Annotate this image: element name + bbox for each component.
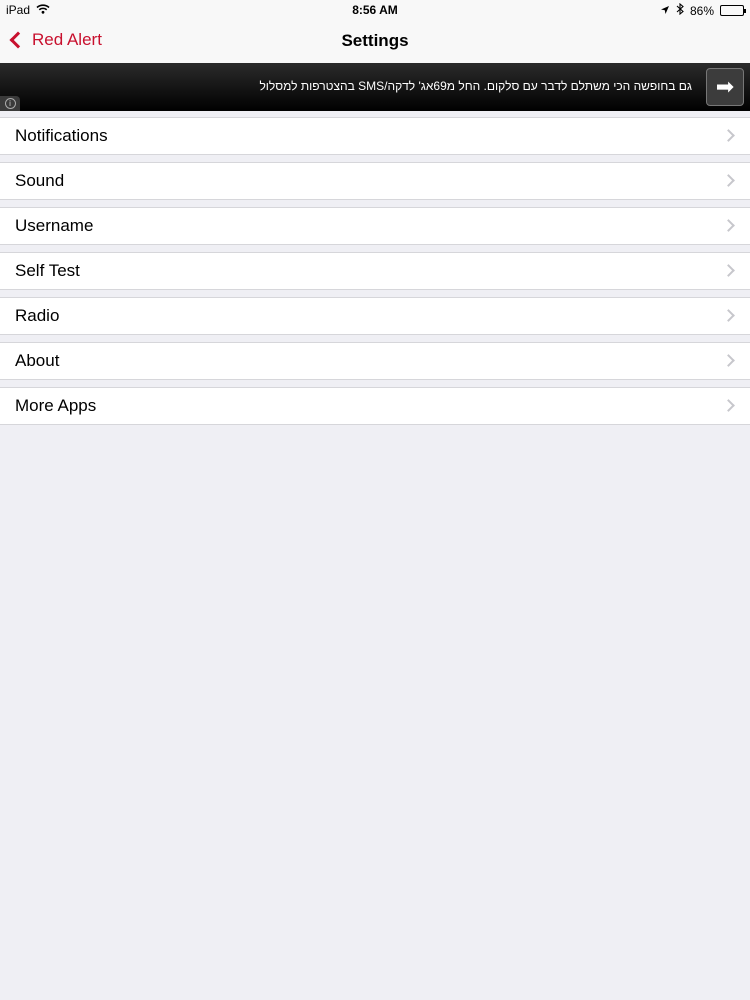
bluetooth-icon <box>676 2 684 18</box>
settings-item-about[interactable]: About <box>0 342 750 380</box>
status-right: 86% <box>660 2 746 18</box>
settings-item-label: Username <box>15 216 94 235</box>
settings-item-label: Radio <box>15 306 60 325</box>
settings-item-notifications[interactable]: Notifications <box>0 117 750 155</box>
status-time: 8:56 AM <box>352 3 398 17</box>
chevron-right-icon <box>722 264 735 277</box>
settings-item-label: Notifications <box>15 126 108 145</box>
settings-item-label: About <box>15 351 60 370</box>
chevron-right-icon <box>722 309 735 322</box>
settings-item-label: Sound <box>15 171 65 190</box>
chevron-right-icon <box>722 354 735 367</box>
settings-screen: iPad 8:56 AM 86% Red Alert Settings גם ב… <box>0 0 750 1000</box>
info-icon-glyph: i <box>4 98 16 109</box>
status-bar: iPad 8:56 AM 86% <box>0 0 750 20</box>
settings-item-username[interactable]: Username <box>0 207 750 245</box>
chevron-right-icon <box>722 174 735 187</box>
location-icon <box>660 4 670 18</box>
chevron-right-icon <box>722 219 735 232</box>
ad-text: גם בחופשה הכי משתלם לדבר עם סלקום. החל מ… <box>259 79 692 93</box>
settings-item-label: Self Test <box>15 261 80 280</box>
chevron-right-icon <box>722 129 735 142</box>
settings-item-self-test[interactable]: Self Test <box>0 252 750 290</box>
settings-list: Notifications Sound Username Self Test R… <box>0 117 750 432</box>
chevron-right-icon <box>722 399 735 412</box>
info-icon[interactable]: i <box>0 96 20 111</box>
battery-icon <box>720 5 746 16</box>
settings-item-radio[interactable]: Radio <box>0 297 750 335</box>
settings-item-sound[interactable]: Sound <box>0 162 750 200</box>
settings-item-more-apps[interactable]: More Apps <box>0 387 750 425</box>
settings-item-label: More Apps <box>15 396 97 415</box>
navigation-bar: Red Alert Settings <box>0 20 750 63</box>
battery-percent: 86% <box>689 3 714 18</box>
arrow-right-icon: ➡ <box>715 74 735 99</box>
page-title: Settings <box>341 31 409 50</box>
ad-arrow-button[interactable]: ➡ <box>706 68 744 106</box>
ad-banner[interactable]: גם בחופשה הכי משתלם לדבר עם סלקום. החל מ… <box>0 63 750 111</box>
